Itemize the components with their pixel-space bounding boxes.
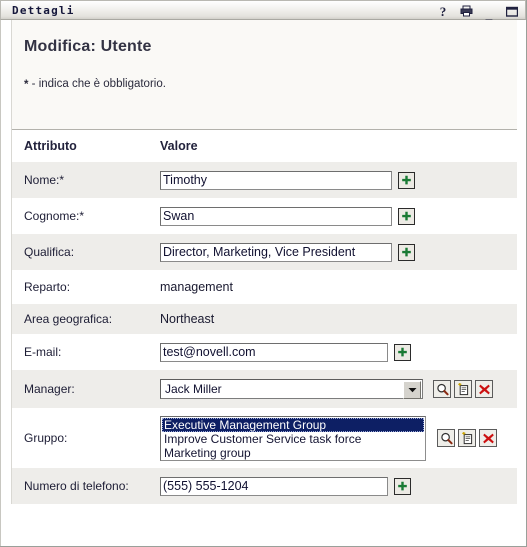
email-input[interactable] xyxy=(160,342,388,362)
cognome-input[interactable] xyxy=(160,206,392,226)
search-object-icon[interactable] xyxy=(437,429,455,447)
window-body: Modifica: Utente * - indica che è obblig… xyxy=(0,20,526,546)
window-title: Dettagli xyxy=(12,3,75,17)
add-telefono-button[interactable] xyxy=(394,477,411,495)
delete-object-icon[interactable] xyxy=(479,429,497,447)
field-label-reparto: Reparto: xyxy=(24,279,71,294)
new-object-icon[interactable] xyxy=(458,429,476,447)
delete-object-icon[interactable] xyxy=(475,380,493,398)
manager-select-value: Jack Miller xyxy=(165,382,222,396)
field-label-gruppo: Gruppo: xyxy=(24,430,68,445)
add-email-button[interactable] xyxy=(394,343,411,361)
gruppo-listbox[interactable]: Executive Management Group Improve Custo… xyxy=(160,415,426,461)
required-note: * - indica che è obbligatorio. xyxy=(24,78,517,91)
field-label-telefono: Numero di telefono: xyxy=(24,478,129,493)
help-icon[interactable]: ? xyxy=(436,3,450,19)
field-value-area-geografica: Northeast xyxy=(160,312,214,326)
table-row: Cognome:* xyxy=(12,198,517,234)
field-value-gruppo: Executive Management Group Improve Custo… xyxy=(160,415,497,461)
telefono-input[interactable] xyxy=(160,476,388,496)
field-label-cognome: Cognome:* xyxy=(24,208,85,223)
field-label-manager: Manager: xyxy=(24,381,75,396)
area-geografica-value: Northeast xyxy=(160,312,215,326)
page-title: Modifica: Utente xyxy=(24,38,152,55)
table-row: Nome:* xyxy=(12,162,517,198)
form-container: Modifica: Utente * - indica che è obblig… xyxy=(11,20,517,504)
field-label-nome: Nome:* xyxy=(24,172,65,187)
table-row: Reparto: management xyxy=(12,270,517,304)
print-icon[interactable] xyxy=(459,3,473,19)
manager-object-tools xyxy=(433,380,493,398)
required-note-text: - indica che è obbligatorio. xyxy=(28,78,166,90)
table-row: E-mail: xyxy=(12,334,517,370)
nome-input[interactable] xyxy=(160,170,392,190)
window-controls: ? _ xyxy=(436,1,519,21)
table-row: Area geografica: Northeast xyxy=(12,304,517,334)
field-label-qualifica: Qualifica: xyxy=(24,244,75,259)
table-row: Qualifica: xyxy=(12,234,517,270)
field-value-nome xyxy=(160,170,415,190)
details-window: Dettagli ? _ Modifica: Utente * - indica… xyxy=(0,0,527,547)
add-qualifica-button[interactable] xyxy=(398,243,415,261)
new-object-icon[interactable] xyxy=(454,380,472,398)
field-value-reparto: management xyxy=(160,280,233,294)
list-item[interactable]: Executive Management Group xyxy=(162,417,424,432)
field-value-qualifica xyxy=(160,242,415,262)
field-value-manager: Jack Miller xyxy=(160,379,493,399)
form-header-panel: Modifica: Utente * - indica che è obblig… xyxy=(12,20,517,130)
list-item[interactable]: Improve Customer Service task force xyxy=(162,432,424,446)
add-nome-button[interactable] xyxy=(398,171,415,189)
reparto-value: management xyxy=(160,280,233,294)
maximize-icon[interactable] xyxy=(505,3,519,19)
table-row: Manager: Jack Miller xyxy=(12,370,517,408)
field-label-email: E-mail: xyxy=(24,344,62,359)
table-row: Gruppo: Executive Management Group Impro… xyxy=(12,408,517,468)
table-column-header: Attributo Valore xyxy=(12,130,517,162)
window-titlebar: Dettagli ? _ xyxy=(0,0,526,20)
search-object-icon[interactable] xyxy=(433,380,451,398)
add-cognome-button[interactable] xyxy=(398,207,415,225)
column-header-attribute: Attributo xyxy=(24,139,77,153)
field-value-email xyxy=(160,342,411,362)
qualifica-input[interactable] xyxy=(160,242,392,262)
manager-select[interactable]: Jack Miller xyxy=(160,379,423,399)
field-value-telefono xyxy=(160,476,411,496)
list-item[interactable]: Marketing group xyxy=(162,446,424,460)
column-header-value: Valore xyxy=(160,139,198,153)
chevron-down-icon[interactable] xyxy=(403,381,421,399)
table-row: Numero di telefono: xyxy=(12,468,517,504)
field-label-area-geografica: Area geografica: xyxy=(24,311,113,326)
gruppo-object-tools xyxy=(437,429,497,447)
required-star: * xyxy=(24,79,29,91)
field-value-cognome xyxy=(160,206,415,226)
